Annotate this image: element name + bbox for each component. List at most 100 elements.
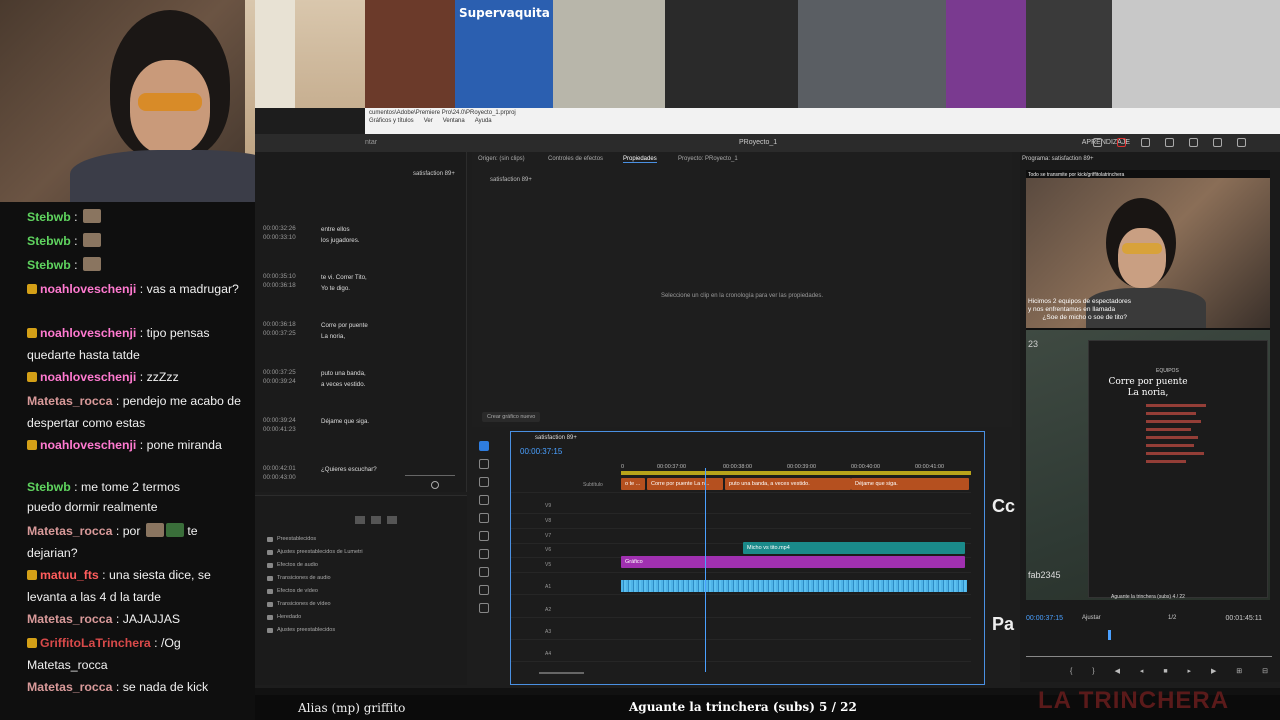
menu-item[interactable]: Ventana bbox=[443, 118, 465, 124]
graphic-clip[interactable]: Gráfico bbox=[621, 556, 965, 568]
track-row bbox=[511, 492, 971, 493]
effects-folder[interactable]: Transiciones de audio bbox=[267, 575, 331, 581]
chat-username[interactable]: Stebwb bbox=[27, 258, 71, 272]
caption-timecodes: 00:00:39:24 00:00:41:23 bbox=[263, 416, 313, 434]
text-panel-tab[interactable]: satisfaction 89+ bbox=[413, 171, 455, 177]
effects-folder[interactable]: Ajustes preestablecidos bbox=[267, 627, 335, 633]
work-area-bar[interactable] bbox=[621, 471, 971, 475]
track-header[interactable]: V8 bbox=[545, 518, 551, 524]
home-icon[interactable] bbox=[1093, 138, 1102, 147]
caption-tool-icon[interactable] bbox=[479, 603, 489, 613]
new-graphic-button[interactable]: Crear gráfico nuevo bbox=[482, 412, 541, 422]
photo-5 bbox=[946, 0, 1026, 108]
track-header[interactable]: Subtítulo bbox=[583, 482, 603, 488]
menu-item[interactable]: Gráficos y títulos bbox=[369, 118, 414, 124]
accelerated-icon[interactable] bbox=[387, 516, 397, 524]
timeline-timecode[interactable]: 00:00:37:15 bbox=[520, 447, 562, 456]
chat-username[interactable]: Stebwb bbox=[27, 480, 71, 494]
chat-message: Stebwb : me tome 2 termos bbox=[27, 476, 247, 498]
track-header[interactable]: A2 bbox=[545, 607, 551, 613]
props-tab[interactable]: Propiedades bbox=[623, 156, 657, 163]
ripple-edit-tool-icon[interactable] bbox=[479, 477, 489, 487]
chat-username[interactable]: Stebwb bbox=[27, 210, 71, 224]
monitor-playhead[interactable] bbox=[1108, 630, 1111, 640]
hand-tool-icon[interactable] bbox=[479, 567, 489, 577]
rectangle-tool-icon[interactable] bbox=[479, 549, 489, 559]
emote-icon bbox=[165, 523, 184, 537]
fullscreen-icon[interactable] bbox=[1237, 138, 1246, 147]
timeline-sequence-tab[interactable]: satisfaction 89+ bbox=[535, 435, 577, 441]
chat-sep: : bbox=[112, 612, 123, 626]
yuv-icon[interactable] bbox=[371, 516, 381, 524]
fit-select[interactable]: Ajustar bbox=[1082, 615, 1101, 621]
quality-select[interactable]: 1/2 bbox=[1168, 615, 1176, 621]
folder-icon bbox=[267, 549, 273, 555]
audio-clip-a1[interactable] bbox=[621, 580, 967, 592]
effects-folder-label: Ajustes preestablecidos bbox=[277, 627, 336, 633]
subtitle-clip[interactable]: Déjame que siga. bbox=[851, 478, 969, 490]
chat-username[interactable]: noahloveschenji bbox=[40, 370, 136, 384]
chat-username[interactable]: Matetas_rocca bbox=[27, 680, 112, 694]
photo-6 bbox=[1026, 0, 1112, 108]
photo-1: Supervaquita bbox=[455, 0, 553, 108]
effects-folder[interactable]: Preestablecidos bbox=[267, 536, 316, 542]
track-row bbox=[511, 528, 971, 529]
playhead[interactable] bbox=[705, 468, 706, 672]
chat-message: GriffitoLaTrinchera : /Og Matetas_rocca bbox=[27, 632, 247, 676]
video-clip[interactable]: Micho vs tito.mp4 bbox=[743, 542, 965, 554]
zoom-slider-handle[interactable] bbox=[431, 481, 439, 489]
chat-username[interactable]: matuu_fts bbox=[40, 568, 99, 582]
monitor-scrubber[interactable] bbox=[1026, 656, 1272, 657]
program-monitor-label[interactable]: Programa: satisfaction 89+ bbox=[1022, 156, 1094, 162]
track-header[interactable]: A3 bbox=[545, 629, 551, 635]
chat-username[interactable]: GriffitoLaTrinchera bbox=[40, 636, 151, 650]
menu-item[interactable]: Ver bbox=[424, 118, 433, 124]
track-header[interactable]: V7 bbox=[545, 533, 551, 539]
track-header[interactable]: V6 bbox=[545, 547, 551, 553]
chat-overlay: Stebwb : Stebwb : Stebwb : noahloveschen… bbox=[0, 202, 255, 720]
menu-item[interactable]: Ayuda bbox=[475, 118, 492, 124]
chat-username[interactable]: Matetas_rocca bbox=[27, 524, 112, 538]
effects-folder[interactable]: Efectos de vídeo bbox=[267, 588, 318, 594]
overlay-number: 23 bbox=[1028, 339, 1039, 349]
alert-icon[interactable] bbox=[1117, 138, 1126, 147]
subtitle-clip[interactable]: o te ... bbox=[621, 478, 645, 490]
effects-folder[interactable]: Transiciones de vídeo bbox=[267, 601, 331, 607]
chat-username[interactable]: noahloveschenji bbox=[40, 282, 136, 296]
photo-strip: Supervaquita bbox=[365, 0, 1280, 108]
props-tab[interactable]: Controles de efectos bbox=[548, 156, 603, 162]
track-header[interactable]: V5 bbox=[545, 562, 551, 568]
transport-controls[interactable]: { } ◀ ◂ ■ ▸ ▶ ⊞ ⊟ bbox=[1070, 667, 1277, 675]
chat-username[interactable]: Matetas_rocca bbox=[27, 612, 112, 626]
selection-tool-icon[interactable] bbox=[479, 441, 489, 451]
effects-folder[interactable]: Ajustes preestablecidos de Lumetri bbox=[267, 549, 363, 555]
chat-username[interactable]: noahloveschenji bbox=[40, 326, 136, 340]
bottom-caption: Aguante la trinchera (subs) 4 / 22 bbox=[1111, 594, 1185, 600]
chat-username[interactable]: noahloveschenji bbox=[40, 438, 136, 452]
type-tool-icon[interactable] bbox=[479, 585, 489, 595]
monitor-timecode[interactable]: 00:00:37:15 bbox=[1026, 615, 1063, 622]
volume-icon[interactable] bbox=[1213, 138, 1222, 147]
slip-tool-icon[interactable] bbox=[479, 513, 489, 523]
track-header[interactable]: V9 bbox=[545, 503, 551, 509]
props-tab[interactable]: Proyecto: PRoyecto_1 bbox=[678, 156, 738, 162]
menu-icon[interactable] bbox=[1165, 138, 1174, 147]
chat-sep: : bbox=[112, 680, 123, 694]
timeline-zoom-bar[interactable] bbox=[539, 672, 584, 674]
track-header[interactable]: A4 bbox=[545, 651, 551, 657]
razor-tool-icon[interactable] bbox=[479, 495, 489, 505]
chat-username[interactable]: Matetas_rocca bbox=[27, 394, 112, 408]
new-bin-icon[interactable] bbox=[355, 516, 365, 524]
search-icon[interactable] bbox=[1189, 138, 1198, 147]
subtitle-clip[interactable]: Corre por puente La n... bbox=[647, 478, 723, 490]
props-tab[interactable]: Origen: (sin clips) bbox=[478, 156, 525, 162]
track-header[interactable]: A1 bbox=[545, 584, 551, 590]
track-select-tool-icon[interactable] bbox=[479, 459, 489, 469]
chat-username[interactable]: Stebwb bbox=[27, 234, 71, 248]
effects-folder[interactable]: Heredado bbox=[267, 614, 301, 620]
share-icon[interactable] bbox=[1141, 138, 1150, 147]
subtitle-clip[interactable]: puto una banda, a veces vestido. bbox=[725, 478, 851, 490]
pen-tool-icon[interactable] bbox=[479, 531, 489, 541]
effects-folder[interactable]: Efectos de audio bbox=[267, 562, 318, 568]
chat-message: puedo dormir realmente bbox=[27, 496, 247, 518]
